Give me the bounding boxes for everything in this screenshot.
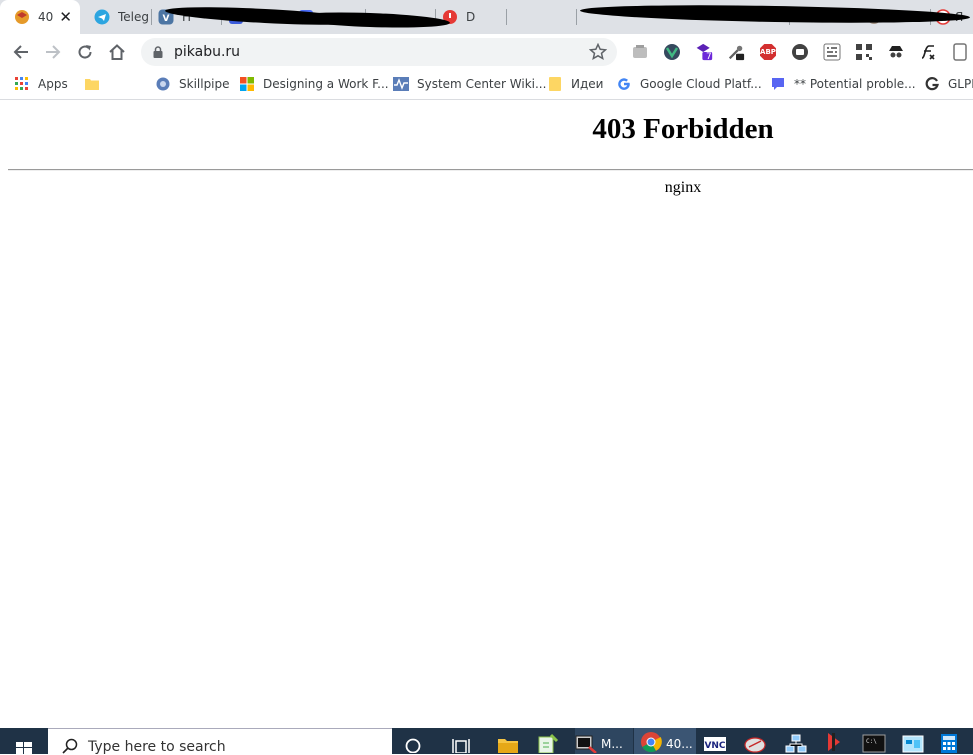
calculator-icon[interactable] [940, 728, 966, 754]
network-icon[interactable] [785, 728, 811, 754]
bookmark-skillpipe[interactable]: Skillpipe [155, 70, 230, 98]
bookmark-label: Skillpipe [179, 77, 230, 91]
close-icon[interactable]: ✕ [59, 8, 72, 26]
svg-text:C:\: C:\ [866, 738, 877, 745]
home-icon [109, 44, 125, 60]
wiki-pulse-icon [393, 76, 409, 92]
device-icon[interactable] [951, 43, 969, 61]
tab-title: 40 [38, 10, 54, 24]
formula-icon[interactable] [919, 43, 937, 61]
divider [8, 169, 973, 171]
notepad-plus-icon[interactable] [537, 728, 563, 754]
svg-text:V: V [163, 14, 170, 24]
adblock-label: ABP [760, 48, 776, 56]
tab-separator [576, 9, 577, 25]
lock-icon [153, 46, 163, 58]
bookmark-system-center[interactable]: System Center Wiki... [393, 70, 546, 98]
bookmark-redacted[interactable] [84, 70, 108, 98]
file-explorer-icon[interactable] [497, 728, 523, 754]
taskbar-app-label: 40... [666, 737, 693, 751]
bookmark-potential-problems[interactable]: ** Potential proble... [770, 70, 916, 98]
tab-active[interactable]: 40 ✕ [0, 0, 80, 34]
bookmark-glpi[interactable]: GLPI [924, 70, 973, 98]
search-icon [62, 738, 78, 754]
terminal-icon[interactable]: C:\ [862, 728, 888, 754]
vue-devtools-icon[interactable] [663, 43, 681, 61]
forward-button[interactable] [39, 38, 67, 66]
google-icon [616, 76, 632, 92]
extension-badge-icon[interactable]: 7 [695, 43, 713, 62]
forward-arrow-icon [46, 45, 61, 59]
cortana-icon[interactable] [404, 728, 430, 754]
bookmark-google-cloud[interactable]: Google Cloud Platf... [616, 70, 762, 98]
apps-grid-icon [14, 76, 30, 92]
tab-telegram[interactable]: Teleg [80, 0, 150, 34]
search-placeholder: Type here to search [88, 739, 226, 755]
bookmark-label: Apps [38, 77, 68, 91]
back-button[interactable] [7, 38, 35, 66]
bookmark-label: GLPI [948, 77, 973, 91]
folder-icon [84, 76, 100, 92]
home-button[interactable] [103, 38, 131, 66]
putty-icon [575, 735, 597, 753]
task-view-icon[interactable] [451, 728, 477, 754]
reload-button[interactable] [71, 38, 99, 66]
browser-toolbar: pikabu.ru 7 ABP [0, 34, 973, 70]
vnc-icon[interactable]: VNC [703, 728, 729, 754]
bookmark-label: Designing a Work F... [263, 77, 389, 91]
glpi-icon [924, 76, 940, 92]
bookmark-label: Идеи [571, 77, 604, 91]
server-signature: nginx [664, 179, 702, 196]
bookmark-label: System Center Wiki... [417, 77, 547, 91]
bookmark-designing[interactable]: Designing a Work F... [239, 70, 389, 98]
telegram-icon [94, 9, 110, 25]
media-icon[interactable] [824, 728, 850, 754]
adblock-icon[interactable]: ABP [759, 43, 777, 61]
extension-box-icon[interactable] [631, 43, 649, 61]
taskbar-app-label: M... [601, 737, 623, 751]
taskbar-app-chrome[interactable]: 40... [634, 728, 696, 754]
bookmarks-bar: Apps Skillpipe Designing a Work F... Sys… [0, 70, 973, 165]
start-button[interactable] [0, 728, 48, 754]
spy-icon[interactable] [887, 43, 905, 61]
bookmark-star-icon[interactable] [589, 43, 607, 61]
tab-red[interactable]: D [436, 0, 506, 34]
chrome-icon [641, 732, 662, 753]
taskbar-search[interactable]: Type here to search [48, 728, 392, 755]
svg-text:VNC: VNC [704, 741, 725, 751]
extension-badge-count: 7 [706, 52, 712, 62]
page-content: 403 Forbidden nginx [0, 100, 973, 728]
discord-icon [770, 76, 786, 92]
reload-icon [78, 45, 92, 59]
bookmark-ideas[interactable]: Идеи [547, 70, 603, 98]
page-title: 403 Forbidden [592, 113, 774, 145]
tab-separator [506, 9, 507, 25]
eyedropper-icon[interactable] [727, 43, 745, 61]
url-text[interactable]: pikabu.ru [174, 38, 240, 66]
microsoft-icon [239, 76, 255, 92]
tab-strip: 40 ✕ Teleg V Н M D Я Я [0, 0, 973, 34]
pikabu-icon [15, 10, 29, 24]
bookmark-apps[interactable]: Apps [14, 70, 68, 98]
remote-desktop-icon[interactable] [743, 728, 769, 754]
tab-title: D [466, 10, 476, 24]
note-icon [547, 76, 563, 92]
address-bar[interactable]: pikabu.ru [141, 38, 617, 66]
windows-taskbar: Type here to search M... 40... VNC C:\ [0, 728, 973, 755]
tab-title: Teleg [118, 10, 150, 24]
control-panel-icon[interactable] [902, 728, 928, 754]
taskbar-app-putty[interactable]: M... [575, 728, 633, 754]
skillpipe-icon [155, 76, 171, 92]
qr-code-icon[interactable] [855, 43, 873, 61]
back-arrow-icon [13, 45, 28, 59]
windows-logo-icon [16, 742, 32, 754]
bookmark-label: ** Potential proble... [794, 77, 916, 91]
bookmark-label: Google Cloud Platf... [640, 77, 762, 91]
binary-icon[interactable] [823, 43, 841, 61]
screenshot-icon[interactable] [791, 43, 809, 61]
